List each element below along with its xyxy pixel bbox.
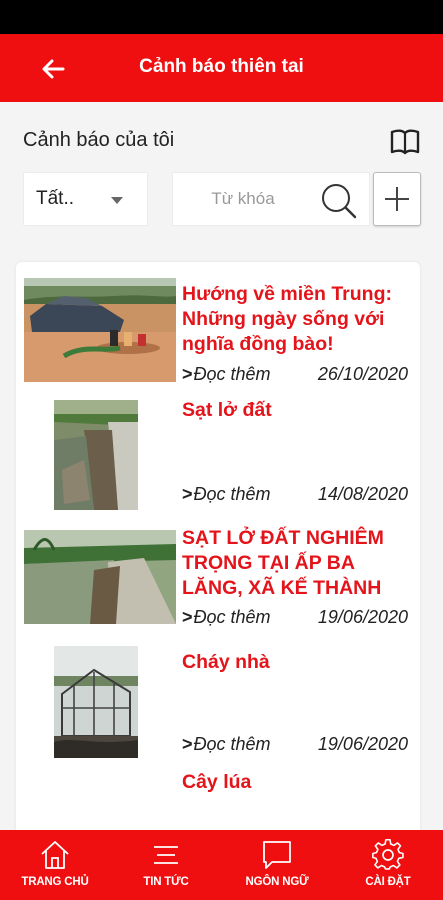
nav-settings-label: CÀI ĐẶT bbox=[365, 876, 411, 888]
search-input[interactable] bbox=[173, 173, 313, 225]
news-date: 14/08/2020 bbox=[317, 484, 408, 504]
category-select[interactable]: Tất.. bbox=[23, 172, 148, 226]
search-icon[interactable] bbox=[319, 181, 359, 221]
news-title: SẠT LỞ ĐẤT NGHIÊM TRỌNG TẠI ẤP BA LĂNG, … bbox=[182, 527, 384, 599]
flood-village-image bbox=[24, 278, 176, 382]
language-icon bbox=[263, 841, 291, 869]
read-more-link[interactable]: >Đọc thêm bbox=[182, 484, 271, 505]
status-bar bbox=[0, 0, 443, 34]
news-item[interactable]: Hướng về miền Trung: Những ngày sống với… bbox=[16, 262, 420, 386]
settings-icon bbox=[372, 838, 404, 870]
news-list: Hướng về miền Trung: Những ngày sống với… bbox=[16, 262, 420, 830]
category-select-value: Tất.. bbox=[36, 188, 75, 209]
news-title: Cây lúa bbox=[182, 771, 252, 793]
nav-language-label: NGÔN NGỮ bbox=[245, 876, 309, 888]
home-icon bbox=[41, 841, 69, 869]
news-date: 19/06/2020 bbox=[317, 607, 408, 627]
nav-home-label: TRANG CHỦ bbox=[21, 876, 89, 888]
nav-language[interactable]: NGÔN NGỮ bbox=[222, 830, 332, 900]
chevron-right-icon: > bbox=[182, 364, 193, 384]
landslide-image bbox=[54, 400, 138, 510]
chevron-right-icon: > bbox=[182, 734, 193, 754]
read-more-link[interactable]: >Đọc thêm bbox=[182, 734, 271, 755]
page-title: Cảnh báo thiên tai bbox=[139, 56, 304, 77]
book-icon[interactable] bbox=[388, 124, 422, 158]
news-date: 19/06/2020 bbox=[317, 734, 408, 754]
main-content: Cảnh báo của tôi Tất.. Từ khóa Hướng về … bbox=[0, 102, 443, 830]
nav-settings[interactable]: CÀI ĐẶT bbox=[333, 830, 443, 900]
news-title: Hướng về miền Trung: Những ngày sống với… bbox=[182, 283, 392, 355]
read-more-link[interactable]: >Đọc thêm bbox=[182, 364, 271, 385]
nav-home[interactable]: TRANG CHỦ bbox=[0, 830, 110, 900]
search-box bbox=[172, 172, 370, 226]
burned-house-image bbox=[54, 646, 138, 758]
news-item[interactable]: Cháy nhà >Đọc thêm 19/06/2020 bbox=[16, 634, 420, 758]
news-title: Cháy nhà bbox=[182, 651, 270, 673]
chevron-right-icon: > bbox=[182, 607, 193, 627]
news-item[interactable]: Sạt lở đất >Đọc thêm 14/08/2020 bbox=[16, 386, 420, 510]
chevron-right-icon: > bbox=[182, 484, 193, 504]
news-icon bbox=[154, 846, 178, 864]
news-title: Sạt lở đất bbox=[182, 399, 272, 421]
section-title: Cảnh báo của tôi bbox=[23, 129, 175, 151]
nav-news-label: TIN TỨC bbox=[143, 876, 189, 888]
chevron-down-icon bbox=[111, 197, 123, 204]
plus-icon bbox=[385, 187, 409, 211]
landslide-canal-image bbox=[24, 530, 176, 624]
bottom-navigation: TRANG CHỦ TIN TỨC NGÔN NGỮ CÀI ĐẶT bbox=[0, 830, 443, 900]
nav-news[interactable]: TIN TỨC bbox=[111, 830, 221, 900]
news-date: 26/10/2020 bbox=[317, 364, 408, 384]
app-bar: Cảnh báo thiên tai bbox=[0, 34, 443, 102]
add-button[interactable] bbox=[373, 172, 421, 226]
news-item[interactable]: SẠT LỞ ĐẤT NGHIÊM TRỌNG TẠI ẤP BA LĂNG, … bbox=[16, 506, 420, 634]
news-item[interactable]: Cây lúa bbox=[16, 756, 420, 830]
read-more-link[interactable]: >Đọc thêm bbox=[182, 607, 271, 628]
